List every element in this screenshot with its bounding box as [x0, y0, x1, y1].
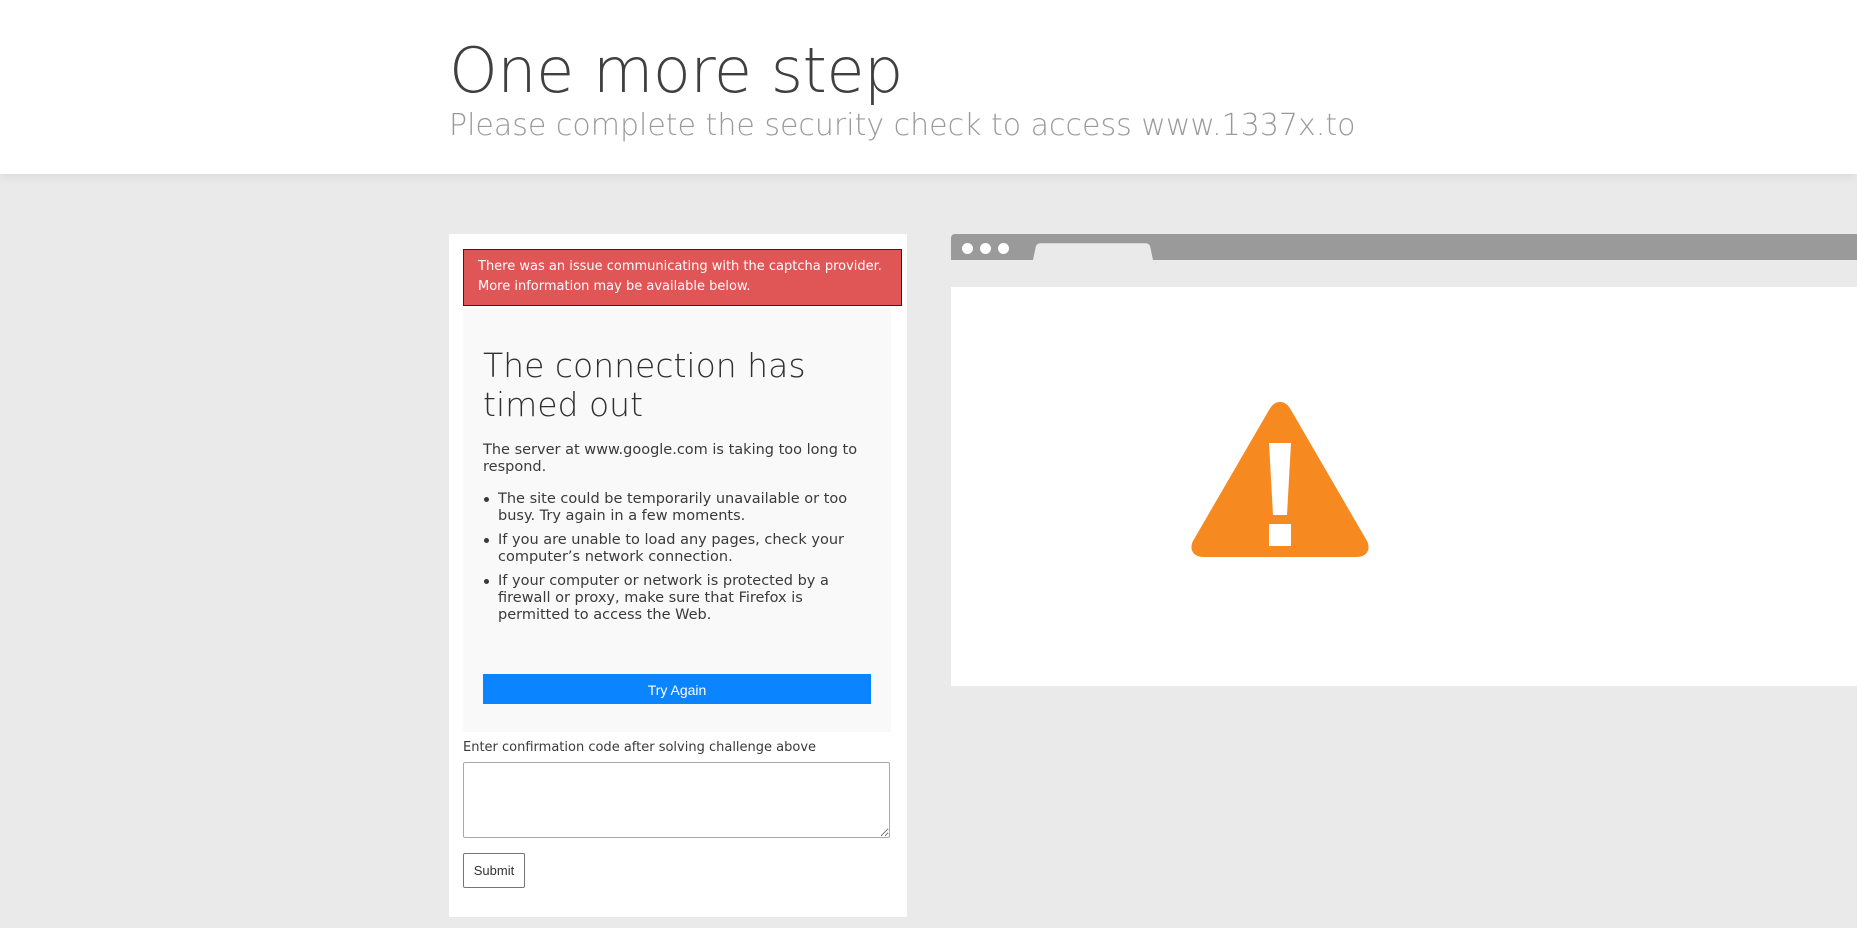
- suggestion-item: If you are unable to load any pages, che…: [484, 532, 878, 566]
- browser-illustration: [951, 234, 1857, 686]
- warning-triangle-icon: [1191, 402, 1369, 557]
- captcha-frame: The connection has timed out The server …: [463, 308, 891, 732]
- header: One more step Please complete the securi…: [0, 0, 1857, 174]
- suggestion-item: The site could be temporarily unavailabl…: [484, 491, 878, 525]
- header-content: One more step Please complete the securi…: [449, 34, 1355, 144]
- error-suggestions: The site could be temporarily unavailabl…: [483, 491, 878, 631]
- error-title: The connection has timed out: [483, 346, 806, 424]
- captcha-panel: There was an issue communicating with th…: [449, 234, 907, 917]
- browser-title-bar: [951, 234, 1857, 260]
- try-again-button[interactable]: Try Again: [483, 674, 871, 704]
- window-dot-icon: [962, 243, 973, 254]
- confirmation-code-input[interactable]: [463, 762, 890, 838]
- page-subtitle: Please complete the security check to ac…: [449, 108, 1356, 143]
- window-dot-icon: [998, 243, 1009, 254]
- submit-button[interactable]: Submit: [463, 853, 525, 888]
- window-dot-icon: [980, 243, 991, 254]
- captcha-error-alert: There was an issue communicating with th…: [463, 249, 902, 306]
- browser-viewport: [951, 287, 1857, 686]
- error-description: The server at www.google.com is taking t…: [483, 442, 858, 475]
- page-title: One more step: [449, 34, 903, 107]
- suggestion-item: If your computer or network is protected…: [484, 573, 878, 624]
- browser-tab: [1033, 243, 1153, 260]
- confirmation-code-label: Enter confirmation code after solving ch…: [463, 740, 817, 755]
